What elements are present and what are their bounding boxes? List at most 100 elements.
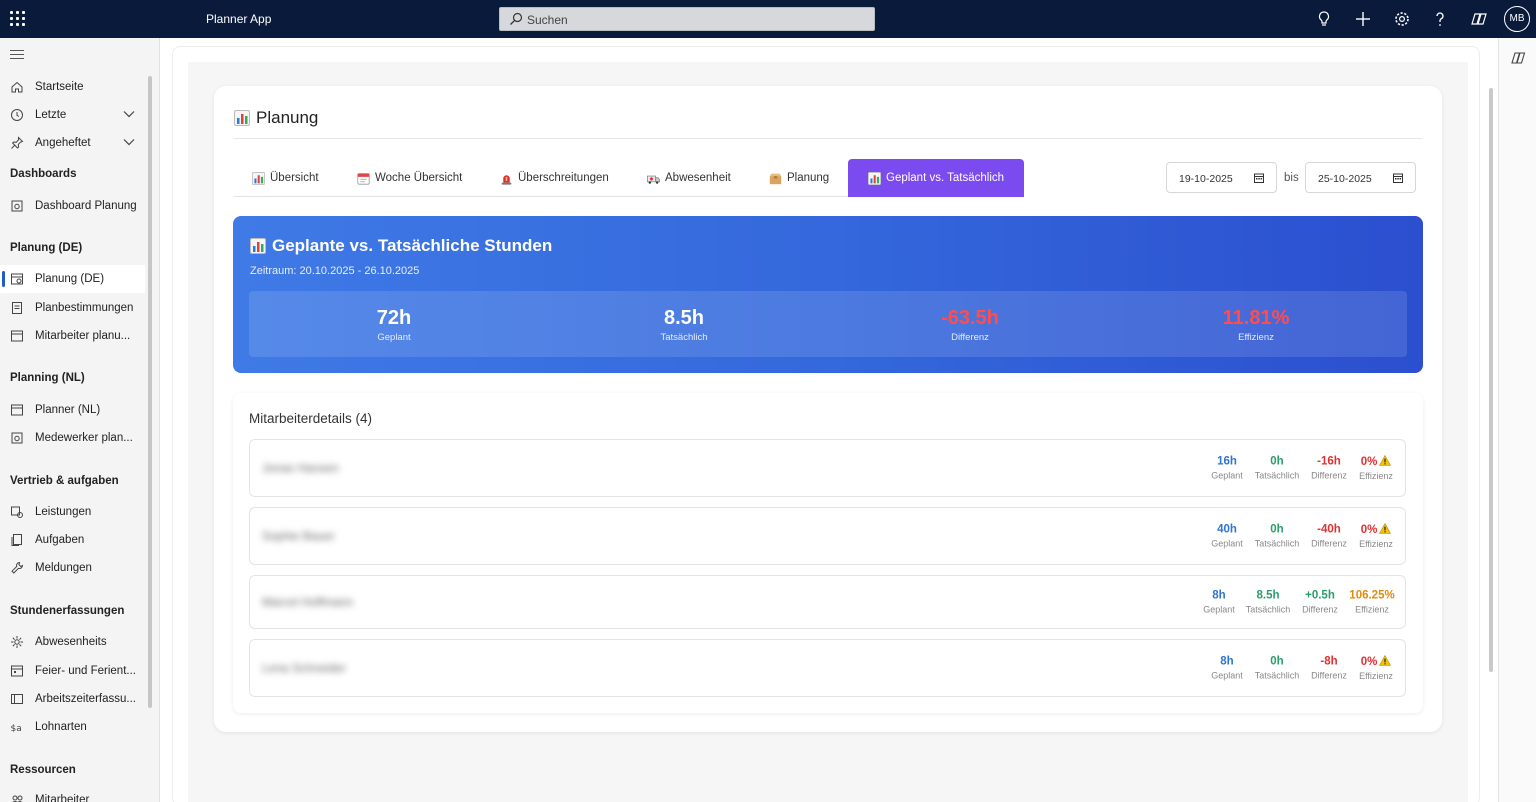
metric-value: 0% bbox=[1360, 456, 1378, 468]
date-from-value: 19-10-2025 bbox=[1179, 173, 1233, 185]
search-input[interactable] bbox=[527, 11, 857, 28]
employee-name: Jonas Hansen bbox=[262, 461, 339, 475]
metric-label: Effizienz bbox=[1359, 671, 1393, 681]
sidebar-item-mitarbeiter-planung[interactable]: Mitarbeiter planu... bbox=[0, 322, 145, 350]
summary-period: Zeitraum: 20.10.2025 - 26.10.2025 bbox=[250, 265, 420, 277]
metric-actual: 8.5h Tatsächlich bbox=[1241, 590, 1295, 615]
sidebar-item-label: Dashboard Planung bbox=[35, 200, 137, 212]
menu-toggle-icon[interactable] bbox=[10, 50, 24, 60]
sidebar-item-label: Lohnarten bbox=[35, 721, 87, 733]
tab-planung[interactable]: Planung bbox=[769, 159, 829, 197]
metric-difference: +0.5h Differenz bbox=[1293, 590, 1347, 615]
sidebar-item-lohnarten[interactable]: $a Lohnarten bbox=[0, 713, 145, 741]
chevron-down-icon[interactable] bbox=[123, 138, 135, 146]
sidebar-item-planung-de[interactable]: Planung (DE) bbox=[0, 265, 145, 293]
sidebar-item-label: Meldungen bbox=[35, 562, 92, 574]
bar-chart-icon bbox=[234, 110, 250, 126]
tab-ueberschreitungen[interactable]: Überschreitungen bbox=[500, 159, 609, 197]
stat-value: 8.5h bbox=[663, 307, 705, 329]
tab-label: Planung bbox=[787, 172, 830, 184]
employee-row[interactable]: Sophie Bauer 40h Geplant 0h Tatsächlich -4… bbox=[249, 507, 1406, 565]
page-header: Planung bbox=[234, 108, 318, 128]
stat-efficiency: 11.81% Effizienz bbox=[1111, 291, 1401, 343]
bar-chart-icon bbox=[868, 171, 881, 185]
employee-row[interactable]: Marcel Hoffmann 8h Geplant 8.5h Tatsächlic… bbox=[249, 575, 1406, 629]
summary-header: Geplante vs. Tatsächliche Stunden bbox=[250, 236, 552, 256]
search-box[interactable] bbox=[499, 7, 875, 31]
app-launcher-icon[interactable] bbox=[10, 11, 26, 27]
calendar-icon bbox=[11, 404, 23, 416]
sidebar-item-meldungen[interactable]: Meldungen bbox=[0, 554, 145, 582]
sidebar-item-mitarbeiter[interactable]: Mitarbeiter bbox=[0, 786, 145, 802]
sidebar-item-planbestimmungen[interactable]: Planbestimmungen bbox=[0, 294, 145, 322]
summary-title: Geplante vs. Tatsächliche Stunden bbox=[272, 236, 553, 255]
tab-uebersicht[interactable]: Übersicht bbox=[252, 159, 319, 197]
sidebar-scrollbar[interactable] bbox=[148, 76, 152, 708]
sidebar-item-label: Angeheftet bbox=[35, 137, 91, 149]
date-from-picker[interactable]: 19-10-2025 bbox=[1166, 162, 1277, 193]
employee-row[interactable]: Lena Schneider 8h Geplant 0h Tatsächlich -… bbox=[249, 639, 1406, 697]
sidebar-group-planung-de: Planung (DE) bbox=[10, 242, 83, 254]
metric-label: Geplant bbox=[1211, 538, 1243, 549]
wrench-icon bbox=[11, 561, 24, 574]
sidebar-item-label: Feier- und Ferient... bbox=[35, 665, 136, 677]
warning-icon bbox=[1379, 523, 1392, 534]
stat-planned: 72h Geplant bbox=[249, 291, 539, 343]
stat-label: Differenz bbox=[951, 332, 989, 343]
sidebar-item-dashboard-planung[interactable]: Dashboard Planung bbox=[0, 192, 145, 220]
stat-value: 11.81% bbox=[1222, 307, 1290, 329]
window-icon bbox=[11, 694, 23, 704]
tab-geplant-vs-tatsaechlich[interactable]: Geplant vs. Tatsächlich bbox=[848, 159, 1025, 197]
document-icon bbox=[12, 302, 22, 314]
right-rail bbox=[1498, 38, 1536, 802]
calendar-icon[interactable] bbox=[1254, 173, 1264, 183]
sidebar-item-label: Planner (NL) bbox=[35, 404, 101, 416]
sidebar-item-leistungen[interactable]: Leistungen bbox=[0, 498, 145, 526]
main-scrollbar[interactable] bbox=[1489, 88, 1493, 672]
tab-woche-uebersicht[interactable]: Woche Übersicht bbox=[357, 159, 462, 197]
sidebar-item-medewerker-planning[interactable]: Medewerker plan... bbox=[0, 424, 145, 452]
metric-label: Tatsächlich bbox=[1245, 604, 1291, 615]
bar-chart-icon bbox=[252, 171, 265, 185]
metric-value: 8h bbox=[1212, 589, 1226, 602]
date-to-value: 25-10-2025 bbox=[1318, 173, 1372, 185]
sidebar-item-aufgaben[interactable]: Aufgaben bbox=[0, 526, 145, 554]
metric-value: 0h bbox=[1270, 655, 1284, 668]
stat-value: -63.5h bbox=[941, 307, 999, 329]
warning-icon bbox=[1379, 455, 1392, 466]
chevron-down-icon[interactable] bbox=[123, 110, 135, 118]
sidebar-item-label: Medewerker plan... bbox=[35, 432, 133, 444]
sidebar-item-arbeitszeiterfassung[interactable]: Arbeitszeiterfassu... bbox=[0, 685, 145, 713]
metric-actual: 0h Tatsächlich bbox=[1250, 456, 1304, 481]
sidebar-item-label: Mitarbeiter planu... bbox=[35, 330, 131, 342]
employee-row[interactable]: Jonas Hansen 16h Geplant 0h Tatsächlich -1… bbox=[249, 439, 1406, 497]
sidebar-group-dashboards: Dashboards bbox=[10, 168, 77, 180]
sidebar-item-angeheftet[interactable]: Angeheftet bbox=[0, 129, 145, 157]
date-to-picker[interactable]: 25-10-2025 bbox=[1305, 162, 1416, 193]
sidebar-item-letzte[interactable]: Letzte bbox=[0, 101, 145, 129]
settings-icon[interactable] bbox=[1393, 10, 1411, 28]
calendar-icon[interactable] bbox=[1393, 173, 1403, 183]
lightbulb-icon[interactable] bbox=[1315, 10, 1333, 28]
copilot-icon[interactable] bbox=[1511, 50, 1527, 66]
metric-efficiency: 106.25% Effizienz bbox=[1345, 590, 1399, 615]
sidebar-item-planner-nl[interactable]: Planner (NL) bbox=[0, 396, 145, 424]
box-icon bbox=[769, 173, 782, 184]
plus-icon[interactable] bbox=[1354, 10, 1372, 28]
metric-value: 40h bbox=[1217, 523, 1237, 536]
sidebar-group-stundenerfassungen: Stundenerfassungen bbox=[10, 605, 125, 617]
tab-abwesenheit[interactable]: Abwesenheit bbox=[647, 159, 731, 197]
metric-label: Tatsächlich bbox=[1254, 470, 1300, 481]
metric-value: 0% bbox=[1360, 524, 1378, 536]
calendar-icon bbox=[357, 172, 370, 185]
tab-label: Abwesenheit bbox=[665, 172, 731, 184]
sidebar-item-feiertage[interactable]: Feier- und Ferient... bbox=[0, 657, 145, 685]
metric-value: -16h bbox=[1317, 455, 1341, 468]
sidebar-item-abwesenheits[interactable]: Abwesenheits bbox=[0, 628, 145, 656]
app-name: Planner App bbox=[206, 12, 272, 26]
copilot-icon[interactable] bbox=[1470, 10, 1488, 28]
help-icon[interactable] bbox=[1431, 10, 1449, 28]
sidebar-item-startseite[interactable]: Startseite bbox=[0, 73, 145, 101]
avatar[interactable]: MB bbox=[1504, 6, 1530, 32]
metric-label: Tatsächlich bbox=[1254, 670, 1300, 681]
